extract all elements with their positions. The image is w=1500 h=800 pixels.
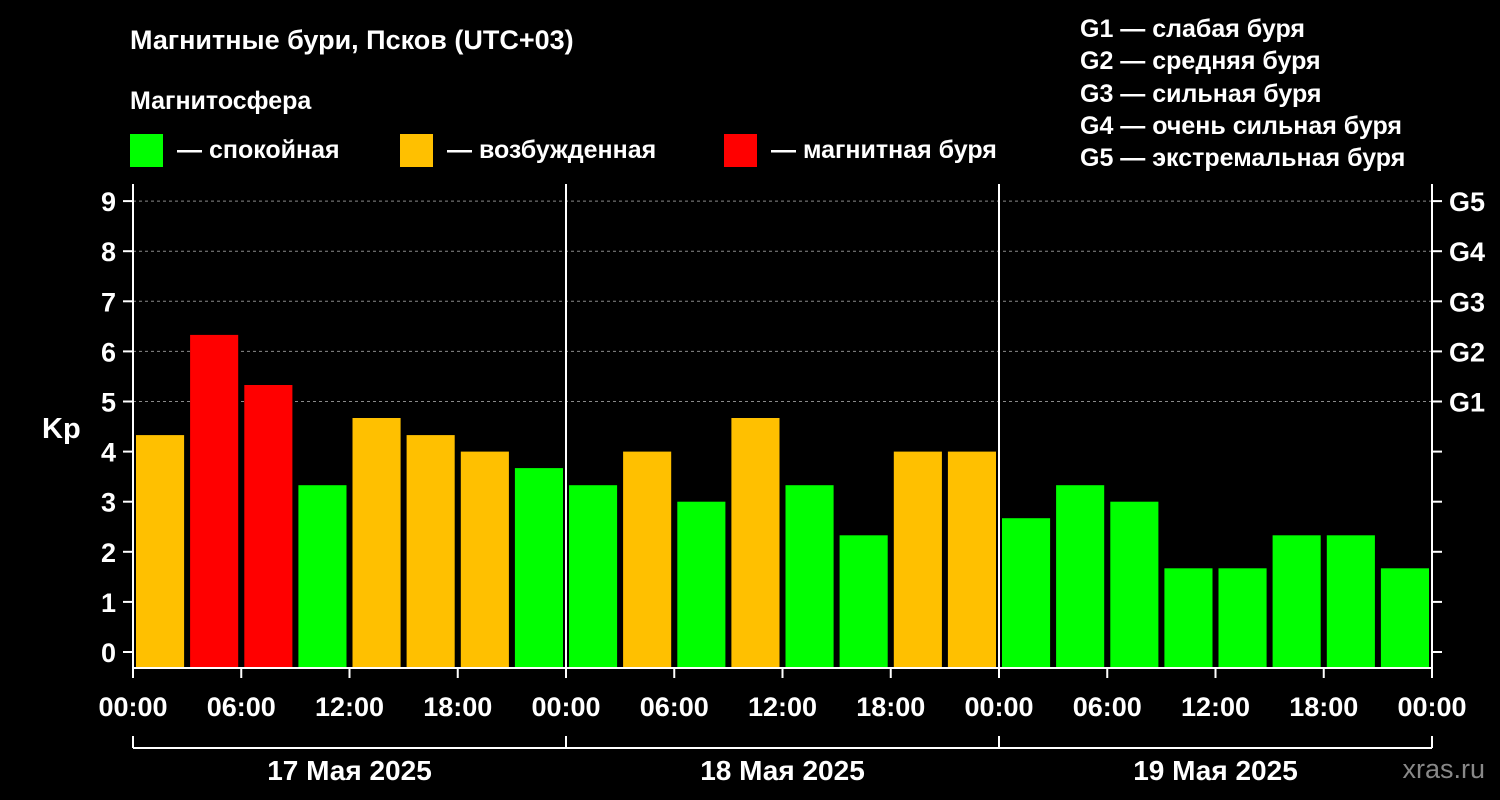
kp-bar	[893, 451, 942, 668]
magnetosphere-label: Магнитосфера	[130, 87, 312, 115]
kp-bar	[677, 501, 726, 668]
kp-bar	[1380, 568, 1429, 668]
x-tick-label: 06:00	[207, 692, 276, 722]
x-tick-label: 12:00	[748, 692, 817, 722]
legend-swatch-excited	[400, 134, 433, 167]
x-tick-label: 00:00	[531, 692, 600, 722]
y-tick-label: 0	[101, 638, 116, 668]
legend-label-storm: — магнитная буря	[771, 136, 997, 164]
storm-level-g5-text: G5 — экстремальная буря	[1080, 144, 1405, 172]
x-tick-label: 18:00	[1289, 692, 1358, 722]
x-tick-label: 18:00	[856, 692, 925, 722]
chart-title: Магнитные бури, Псков (UTC+03)	[130, 25, 574, 55]
kp-bar	[947, 451, 996, 668]
kp-bar	[839, 535, 888, 668]
kp-bar	[298, 485, 347, 668]
bars	[136, 334, 1429, 668]
kp-bar	[514, 468, 563, 668]
watermark: xras.ru	[1402, 754, 1485, 784]
y-tick-label: 5	[101, 388, 116, 418]
kp-bar	[1272, 535, 1321, 668]
storm-level-label: G2	[1449, 337, 1485, 367]
x-tick-label: 12:00	[1181, 692, 1250, 722]
kp-bar	[1056, 485, 1105, 668]
storm-level-g3-text: G3 — сильная буря	[1080, 80, 1322, 108]
kp-bar	[190, 334, 239, 668]
kp-bar	[244, 385, 293, 668]
grid	[133, 200, 1432, 402]
kp-bar	[1326, 535, 1375, 668]
kp-bar	[1110, 501, 1159, 668]
kp-bar	[569, 485, 618, 668]
x-tick-label: 00:00	[1397, 692, 1466, 722]
storm-level-g4-text: G4 — очень сильная буря	[1080, 112, 1402, 140]
day-label: 19 Мая 2025	[1133, 755, 1298, 786]
legend-label-quiet: — спокойная	[177, 136, 340, 164]
kp-bar	[460, 451, 509, 668]
kp-chart: Магнитные бури, Псков (UTC+03) Магнитосф…	[42, 15, 1485, 786]
x-tick-label: 12:00	[315, 692, 384, 722]
storm-level-label: G1	[1449, 388, 1485, 418]
storm-levels-legend: G1 — слабая буря G2 — средняя буря G3 — …	[1080, 15, 1405, 172]
kp-bar	[352, 418, 401, 668]
x-tick-label: 06:00	[640, 692, 709, 722]
y-tick-label: 3	[101, 488, 116, 518]
storm-level-label: G5	[1449, 187, 1485, 217]
legend-swatch-quiet	[130, 134, 163, 167]
kp-bar	[785, 485, 834, 668]
kp-bar	[136, 435, 185, 668]
x-tick-label: 06:00	[1073, 692, 1142, 722]
y-axis-label: Kp	[42, 413, 81, 445]
kp-bar	[623, 451, 672, 668]
y-tick-label: 1	[101, 588, 116, 618]
x-tick-label: 18:00	[423, 692, 492, 722]
kp-bar	[1164, 568, 1213, 668]
y-tick-label: 8	[101, 237, 116, 267]
axes: 0 1 2 3 4 5 6 7 8 9 G1 G2 G3 G4 G5 00:00 06:00 12:00 18:00…	[98, 184, 1485, 786]
legend-label-excited: — возбужденная	[447, 136, 656, 164]
storm-level-label: G4	[1449, 237, 1485, 267]
y-tick-label: 4	[101, 438, 116, 468]
y-tick-label: 9	[101, 187, 116, 217]
kp-bar	[1002, 518, 1051, 668]
kp-bar	[731, 418, 780, 668]
day-label: 18 Мая 2025	[700, 755, 865, 786]
day-label: 17 Мая 2025	[267, 755, 432, 786]
y-tick-label: 6	[101, 337, 116, 367]
y-tick-label: 2	[101, 538, 116, 568]
kp-bar	[1218, 568, 1267, 668]
storm-level-g2-text: G2 — средняя буря	[1080, 47, 1321, 75]
x-tick-label: 00:00	[964, 692, 1033, 722]
kp-bar	[406, 435, 455, 668]
storm-level-label: G3	[1449, 287, 1485, 317]
x-tick-label: 00:00	[98, 692, 167, 722]
legend-swatch-storm	[724, 134, 757, 167]
y-tick-label: 7	[101, 287, 116, 317]
storm-level-g1-text: G1 — слабая буря	[1080, 15, 1305, 43]
